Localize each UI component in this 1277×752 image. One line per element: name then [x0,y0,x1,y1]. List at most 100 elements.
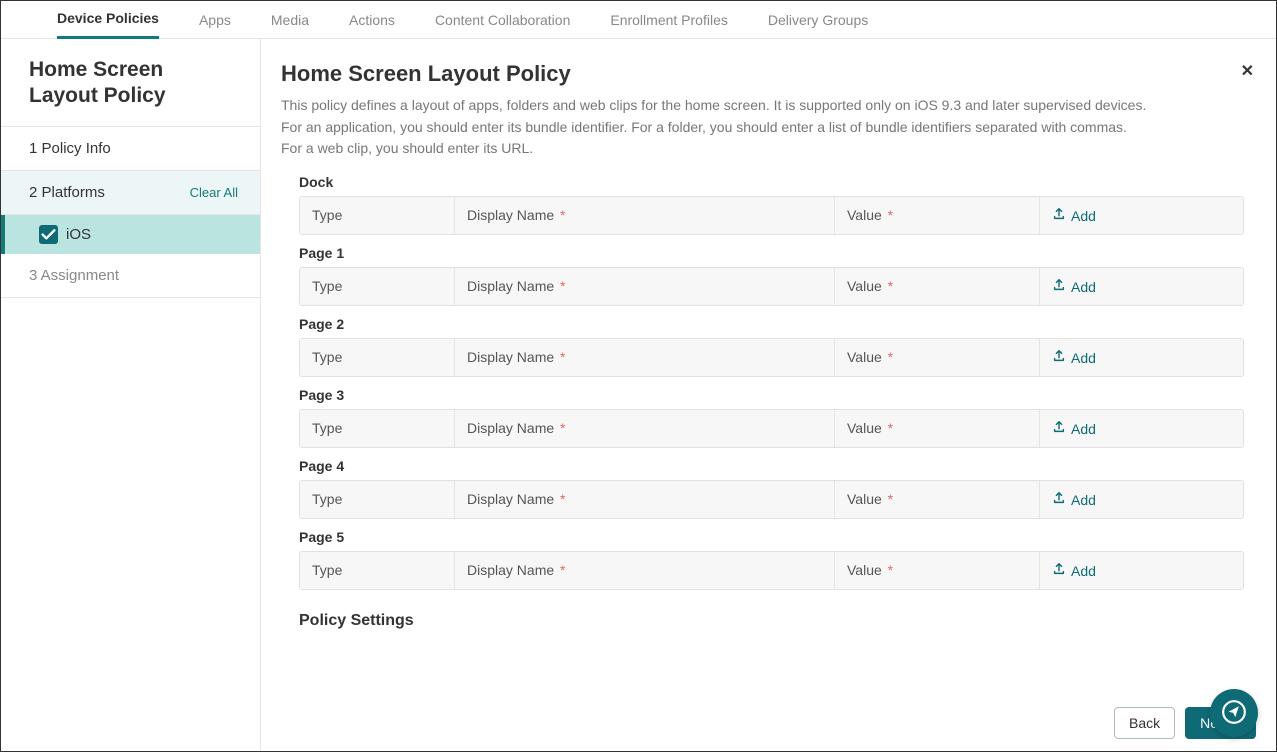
add-label: Add [1071,350,1096,366]
col-type: Type [300,552,455,589]
col-action: Add [1040,410,1243,447]
required-asterisk: * [888,207,893,223]
col-display-name: Display Name * [455,339,835,376]
col-display-name: Display Name * [455,197,835,234]
table-page-5: TypeDisplay Name *Value *Add [299,551,1244,590]
col-display-name: Display Name * [455,481,835,518]
add-button-page-4[interactable]: Add [1052,491,1096,508]
col-type: Type [300,197,455,234]
add-icon [1052,491,1066,508]
desc-line-1: This policy defines a layout of apps, fo… [281,95,1256,117]
col-value-label: Value [847,562,882,578]
tab-apps[interactable]: Apps [199,12,231,38]
top-tabs: Device Policies Apps Media Actions Conte… [1,1,1276,39]
col-type: Type [300,481,455,518]
col-value: Value * [835,268,1040,305]
table-header-row: TypeDisplay Name *Value *Add [300,197,1243,234]
col-value: Value * [835,339,1040,376]
policy-settings-heading: Policy Settings [299,612,1256,630]
sidebar-title: Home Screen Layout Policy [1,39,260,127]
col-action: Add [1040,268,1243,305]
required-asterisk: * [888,278,893,294]
checkmark-icon [39,225,58,244]
add-button-page-5[interactable]: Add [1052,562,1096,579]
add-button-dock[interactable]: Add [1052,207,1096,224]
step-platforms[interactable]: 2 Platforms Clear All [1,171,260,215]
col-value-label: Value [847,349,882,365]
tab-content-collaboration[interactable]: Content Collaboration [435,12,570,38]
col-display-name-label: Display Name [467,491,554,507]
col-type: Type [300,410,455,447]
wizard-sidebar: Home Screen Layout Policy 1 Policy Info … [1,39,261,751]
step-assignment-label: 3 Assignment [29,267,119,284]
col-display-name: Display Name * [455,410,835,447]
step-policy-info[interactable]: 1 Policy Info [1,127,260,171]
col-value: Value * [835,481,1040,518]
help-fab[interactable] [1210,689,1258,737]
required-asterisk: * [888,491,893,507]
table-page-2: TypeDisplay Name *Value *Add [299,338,1244,377]
clear-all-link[interactable]: Clear All [190,185,238,200]
add-label: Add [1071,563,1096,579]
col-type: Type [300,268,455,305]
section-label-page-3: Page 3 [299,387,1256,403]
col-action: Add [1040,197,1243,234]
col-action: Add [1040,339,1243,376]
back-button[interactable]: Back [1114,707,1175,739]
required-asterisk: * [888,349,893,365]
add-button-page-1[interactable]: Add [1052,278,1096,295]
add-icon [1052,207,1066,224]
required-asterisk: * [560,278,565,294]
section-label-page-4: Page 4 [299,458,1256,474]
step-platforms-label: 2 Platforms [29,184,105,201]
add-icon [1052,349,1066,366]
tab-media[interactable]: Media [271,12,309,38]
col-value-label: Value [847,207,882,223]
col-display-name: Display Name * [455,552,835,589]
wizard-footer: Back Next > [261,695,1276,751]
col-value-label: Value [847,491,882,507]
add-icon [1052,562,1066,579]
section-label-page-2: Page 2 [299,316,1256,332]
col-display-name-label: Display Name [467,562,554,578]
tab-delivery-groups[interactable]: Delivery Groups [768,12,868,38]
tab-enrollment-profiles[interactable]: Enrollment Profiles [610,12,728,38]
table-page-4: TypeDisplay Name *Value *Add [299,480,1244,519]
add-label: Add [1071,279,1096,295]
main-panel: ✕ Home Screen Layout Policy This policy … [261,39,1276,751]
section-label-dock: Dock [299,174,1256,190]
platform-ios[interactable]: iOS [1,215,260,254]
col-value-label: Value [847,420,882,436]
col-action: Add [1040,481,1243,518]
col-action: Add [1040,552,1243,589]
add-button-page-2[interactable]: Add [1052,349,1096,366]
policy-description: This policy defines a layout of apps, fo… [281,95,1256,160]
navigation-arrow-icon [1221,699,1247,728]
desc-line-3: For a web clip, you should enter its URL… [281,138,1256,160]
col-type: Type [300,339,455,376]
required-asterisk: * [560,349,565,365]
add-icon [1052,278,1066,295]
step-assignment[interactable]: 3 Assignment [1,254,260,298]
col-value: Value * [835,410,1040,447]
col-display-name: Display Name * [455,268,835,305]
required-asterisk: * [888,420,893,436]
table-page-3: TypeDisplay Name *Value *Add [299,409,1244,448]
add-button-page-3[interactable]: Add [1052,420,1096,437]
close-icon[interactable]: ✕ [1241,61,1254,81]
step-policy-info-label: 1 Policy Info [29,140,111,157]
table-dock: TypeDisplay Name *Value *Add [299,196,1244,235]
table-header-row: TypeDisplay Name *Value *Add [300,268,1243,305]
required-asterisk: * [560,491,565,507]
table-header-row: TypeDisplay Name *Value *Add [300,410,1243,447]
required-asterisk: * [888,562,893,578]
add-icon [1052,420,1066,437]
tab-actions[interactable]: Actions [349,12,395,38]
col-value-label: Value [847,278,882,294]
col-display-name-label: Display Name [467,207,554,223]
table-header-row: TypeDisplay Name *Value *Add [300,339,1243,376]
tab-device-policies[interactable]: Device Policies [57,10,159,39]
required-asterisk: * [560,420,565,436]
required-asterisk: * [560,562,565,578]
col-value: Value * [835,197,1040,234]
